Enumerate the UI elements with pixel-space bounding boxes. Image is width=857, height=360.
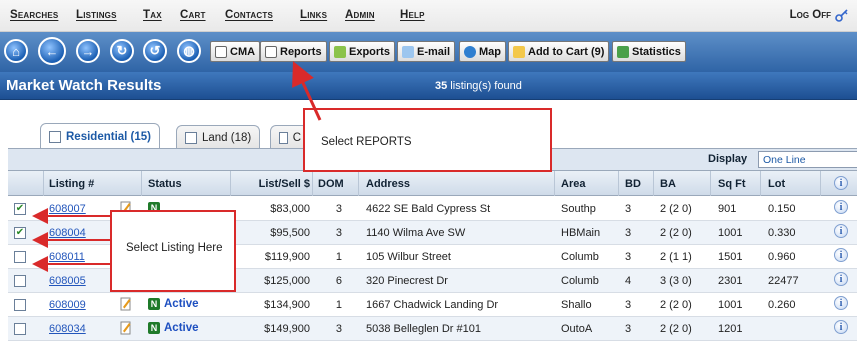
arrow-to-reports (292, 61, 322, 121)
annotation-arrows (32, 61, 322, 272)
